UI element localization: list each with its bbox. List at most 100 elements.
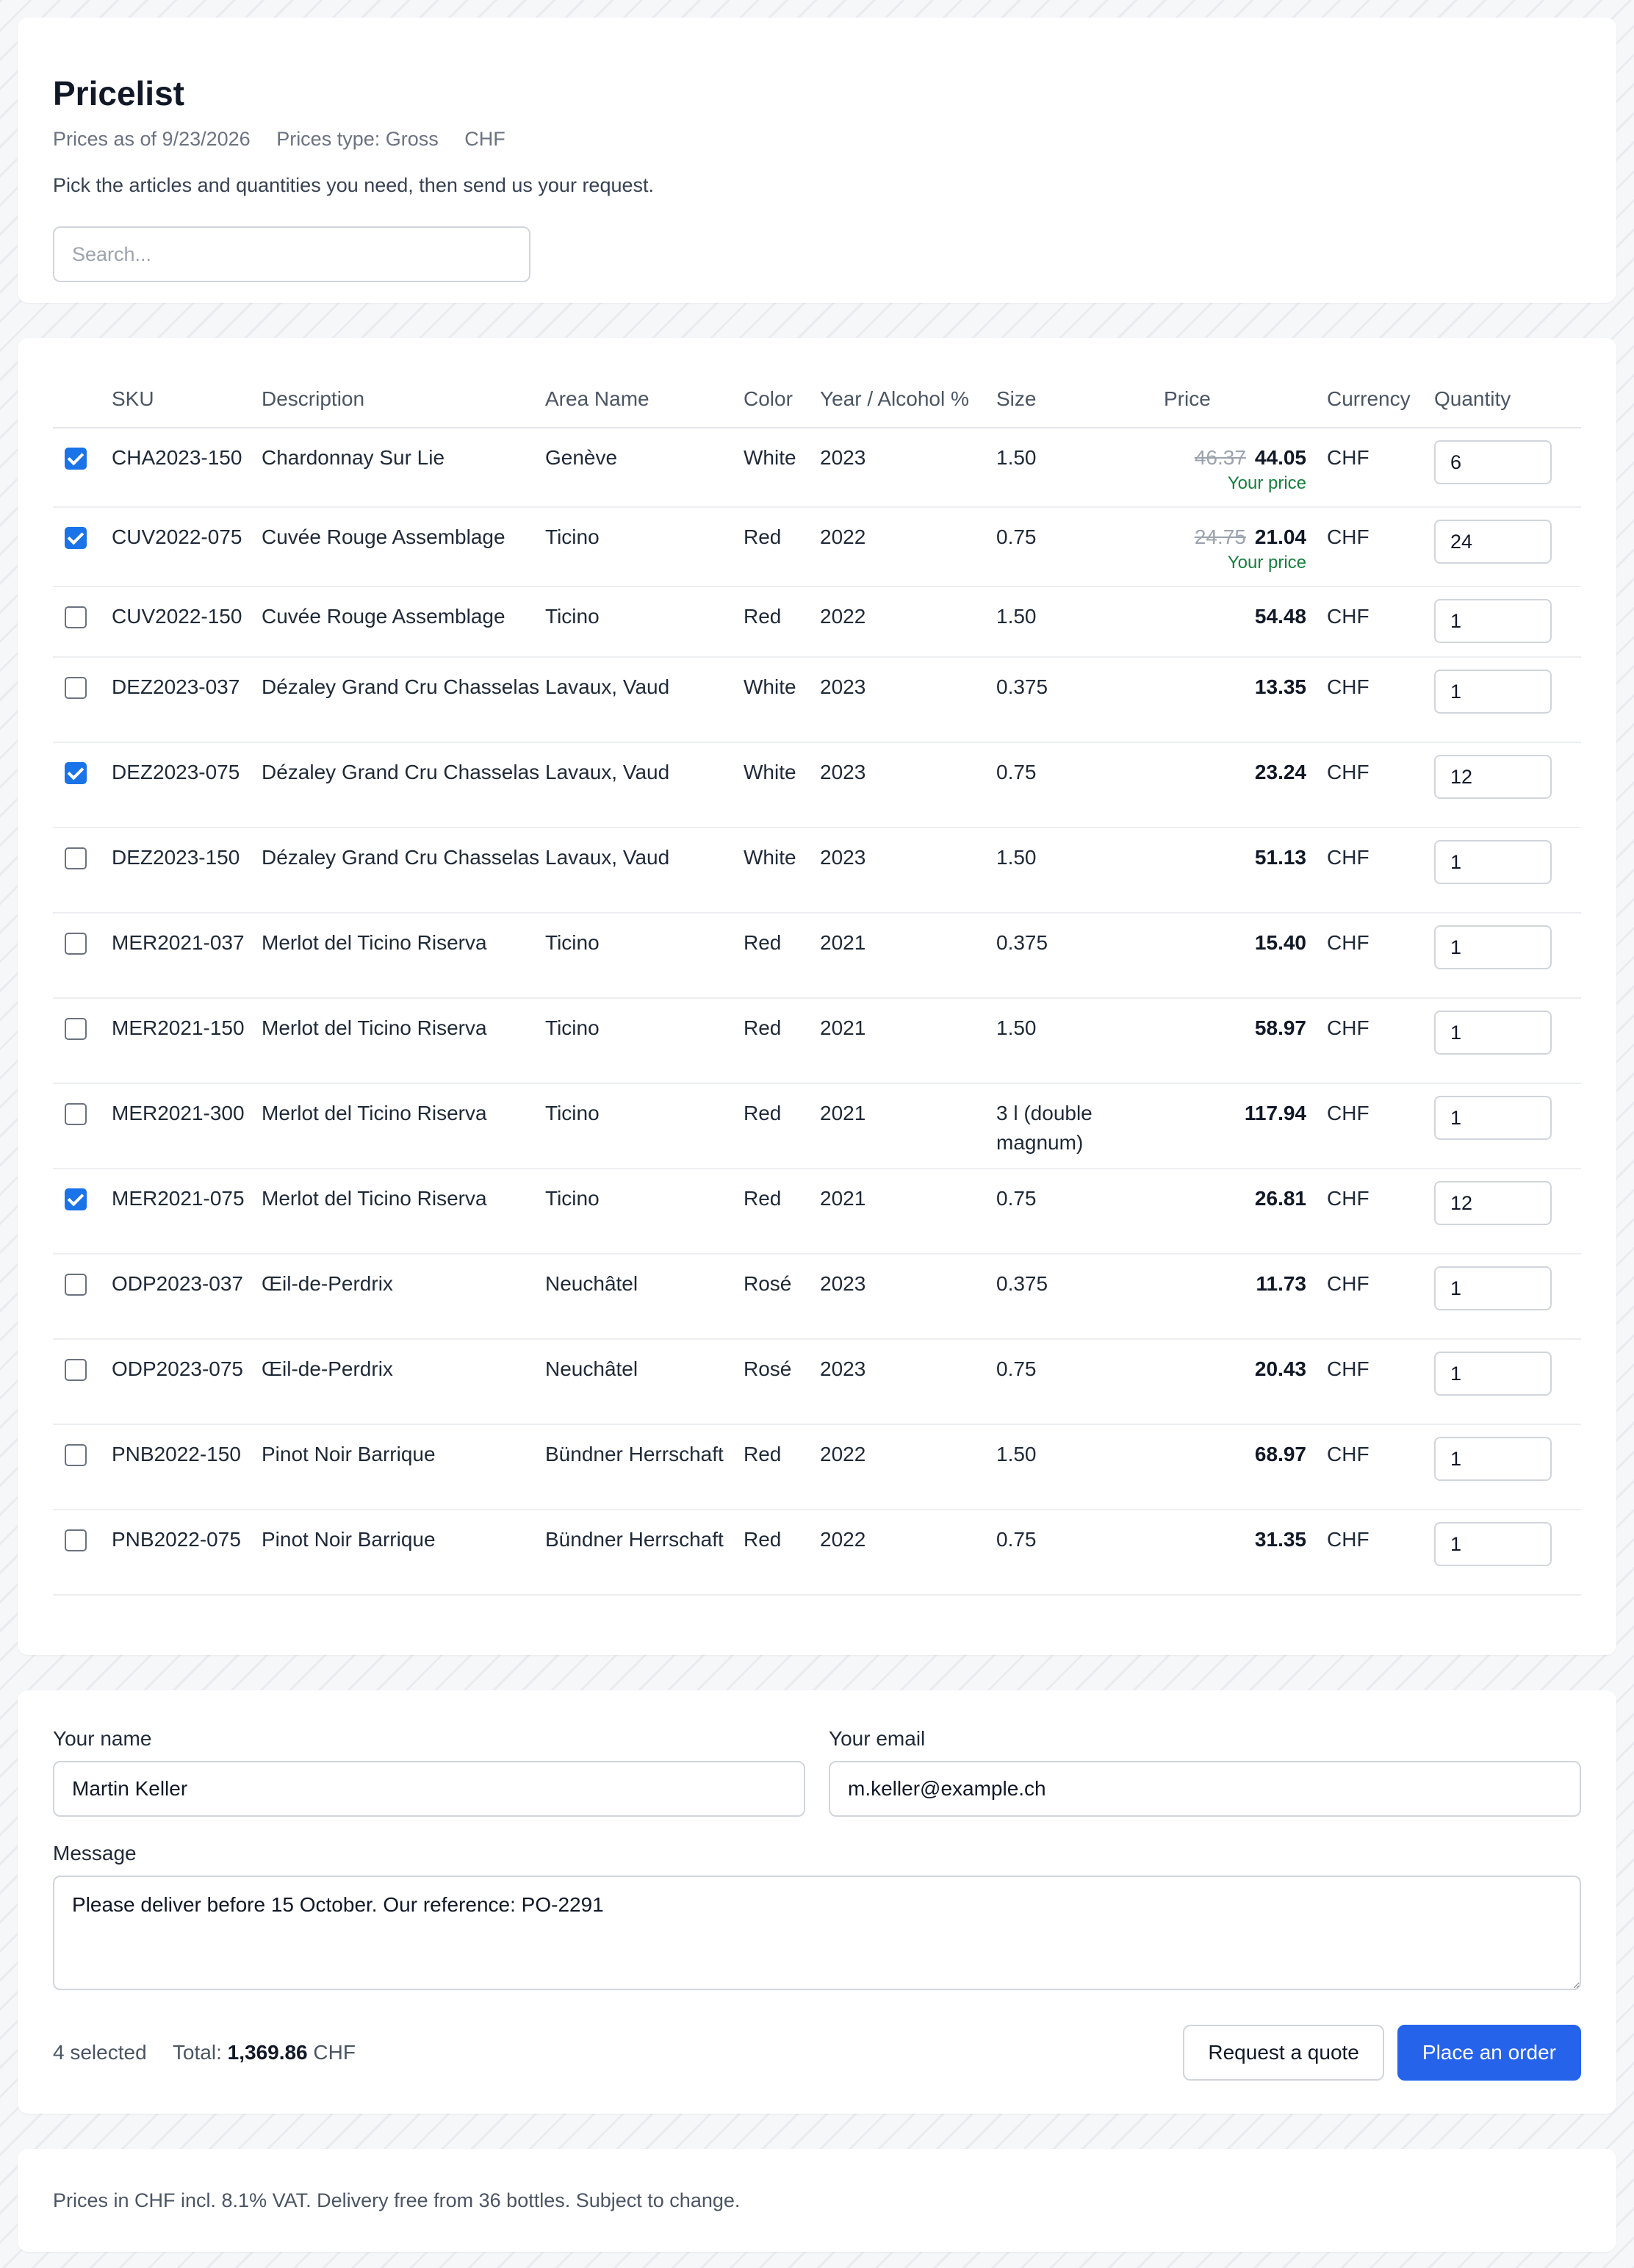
price-cell: 58.97 xyxy=(1143,998,1327,1084)
row-checkbox[interactable] xyxy=(65,1103,87,1125)
name-field-group: Your name xyxy=(53,1727,805,1817)
message-textarea[interactable]: Please deliver before 15 October. Our re… xyxy=(53,1876,1581,1990)
row-checkbox[interactable] xyxy=(65,1529,87,1551)
quantity-input[interactable] xyxy=(1434,755,1552,799)
area-cell: Bündner Herrschaft xyxy=(545,1424,744,1510)
row-checkbox[interactable] xyxy=(65,677,87,699)
description-cell: Dézaley Grand Cru Chasselas xyxy=(262,657,545,743)
price-value: 117.94 xyxy=(1244,1102,1306,1124)
description-cell: Cuvée Rouge Assemblage xyxy=(262,507,545,587)
year-cell: 2023 xyxy=(820,428,996,508)
email-input[interactable] xyxy=(829,1761,1581,1817)
row-checkbox[interactable] xyxy=(65,1359,87,1381)
column-header-description[interactable]: Description xyxy=(262,370,545,428)
footer-note-card: Prices in CHF incl. 8.1% VAT. Delivery f… xyxy=(18,2149,1616,2252)
column-header-sku[interactable]: SKU xyxy=(112,370,262,428)
color-cell: White xyxy=(744,428,820,508)
row-checkbox[interactable] xyxy=(65,1274,87,1296)
column-header-size[interactable]: Size xyxy=(996,370,1143,428)
row-checkbox[interactable] xyxy=(65,527,87,549)
message-field-group: Message Please deliver before 15 October… xyxy=(53,1842,1581,1995)
column-header-area[interactable]: Area Name xyxy=(545,370,744,428)
sku-cell: DEZ2023-037 xyxy=(112,657,262,743)
currency-cell: CHF xyxy=(1327,1510,1434,1596)
size-cell: 0.75 xyxy=(996,507,1143,587)
header-card: Pricelist Prices as of 9/23/2026 Prices … xyxy=(18,18,1616,303)
pricelist-table: SKU Description Area Name Color Year / A… xyxy=(53,370,1581,1596)
select-cell xyxy=(53,742,112,828)
table-row: MER2021-037 Merlot del Ticino Riserva Tici… xyxy=(53,913,1581,999)
quantity-input[interactable] xyxy=(1434,1181,1552,1225)
table-row: MER2021-300 Merlot del Ticino Riserva Tici… xyxy=(53,1083,1581,1169)
area-cell: Ticino xyxy=(545,913,744,999)
area-cell: Ticino xyxy=(545,1083,744,1169)
row-checkbox[interactable] xyxy=(65,448,87,470)
size-cell: 0.375 xyxy=(996,913,1143,999)
year-cell: 2021 xyxy=(820,1083,996,1169)
table-row: ODP2023-037 Œil-de-Perdrix Neuchâtel Rosé 20… xyxy=(53,1254,1581,1340)
price-value: 13.35 xyxy=(1254,675,1306,698)
quantity-input[interactable] xyxy=(1434,1522,1552,1566)
select-cell xyxy=(53,1169,112,1255)
description-cell: Cuvée Rouge Assemblage xyxy=(262,586,545,658)
currency-cell: CHF xyxy=(1327,1424,1434,1510)
row-checkbox[interactable] xyxy=(65,762,87,784)
table-row: CUV2022-075 Cuvée Rouge Assemblage Ticino R… xyxy=(53,507,1581,587)
year-cell: 2022 xyxy=(820,586,996,658)
year-cell: 2023 xyxy=(820,657,996,743)
row-checkbox[interactable] xyxy=(65,1018,87,1040)
sku-cell: DEZ2023-075 xyxy=(112,742,262,828)
quantity-cell xyxy=(1434,1254,1581,1340)
quantity-cell xyxy=(1434,1083,1581,1169)
quantity-input[interactable] xyxy=(1434,1352,1552,1396)
price-cell: 26.81 xyxy=(1143,1169,1327,1255)
quantity-cell xyxy=(1434,1339,1581,1425)
pricelist-table-card: SKU Description Area Name Color Year / A… xyxy=(18,338,1616,1655)
quantity-input[interactable] xyxy=(1434,1437,1552,1481)
column-header-quantity[interactable]: Quantity xyxy=(1434,370,1581,428)
row-checkbox[interactable] xyxy=(65,1444,87,1466)
email-label: Your email xyxy=(829,1727,926,1750)
place-order-button[interactable]: Place an order xyxy=(1397,2025,1581,2081)
quantity-input[interactable] xyxy=(1434,1011,1552,1055)
price-cell: 51.13 xyxy=(1143,828,1327,914)
name-input[interactable] xyxy=(53,1761,805,1817)
your-price-label: Your price xyxy=(1227,473,1306,493)
year-cell: 2023 xyxy=(820,1254,996,1340)
year-cell: 2022 xyxy=(820,1424,996,1510)
search-input[interactable] xyxy=(53,226,530,282)
sku-cell: MER2021-075 xyxy=(112,1169,262,1255)
quantity-input[interactable] xyxy=(1434,599,1552,643)
sku-cell: ODP2023-037 xyxy=(112,1254,262,1340)
color-cell: White xyxy=(744,657,820,743)
column-header-currency[interactable]: Currency xyxy=(1327,370,1434,428)
quantity-input[interactable] xyxy=(1434,520,1552,564)
size-cell: 1.50 xyxy=(996,998,1143,1084)
row-checkbox[interactable] xyxy=(65,847,87,869)
row-checkbox[interactable] xyxy=(65,933,87,955)
size-cell: 1.50 xyxy=(996,586,1143,658)
table-row: PNB2022-150 Pinot Noir Barrique Bündner He… xyxy=(53,1424,1581,1510)
area-cell: Lavaux, Vaud xyxy=(545,742,744,828)
column-header-price[interactable]: Price xyxy=(1143,370,1327,428)
row-checkbox[interactable] xyxy=(65,606,87,628)
request-quote-button[interactable]: Request a quote xyxy=(1183,2025,1384,2081)
quantity-input[interactable] xyxy=(1434,840,1552,884)
select-cell xyxy=(53,828,112,914)
price-cell: 31.35 xyxy=(1143,1510,1327,1596)
column-header-color[interactable]: Color xyxy=(744,370,820,428)
quantity-input[interactable] xyxy=(1434,1096,1552,1140)
quantity-input[interactable] xyxy=(1434,925,1552,969)
quantity-cell xyxy=(1434,507,1581,587)
quantity-input[interactable] xyxy=(1434,440,1552,484)
row-checkbox[interactable] xyxy=(65,1188,87,1210)
quantity-input[interactable] xyxy=(1434,670,1552,714)
price-cell: 117.94 xyxy=(1143,1083,1327,1169)
sku-cell: CHA2023-150 xyxy=(112,428,262,508)
select-cell xyxy=(53,1339,112,1425)
select-cell xyxy=(53,998,112,1084)
year-cell: 2023 xyxy=(820,828,996,914)
column-header-year[interactable]: Year / Alcohol % xyxy=(820,370,996,428)
year-cell: 2021 xyxy=(820,1169,996,1255)
quantity-input[interactable] xyxy=(1434,1266,1552,1310)
